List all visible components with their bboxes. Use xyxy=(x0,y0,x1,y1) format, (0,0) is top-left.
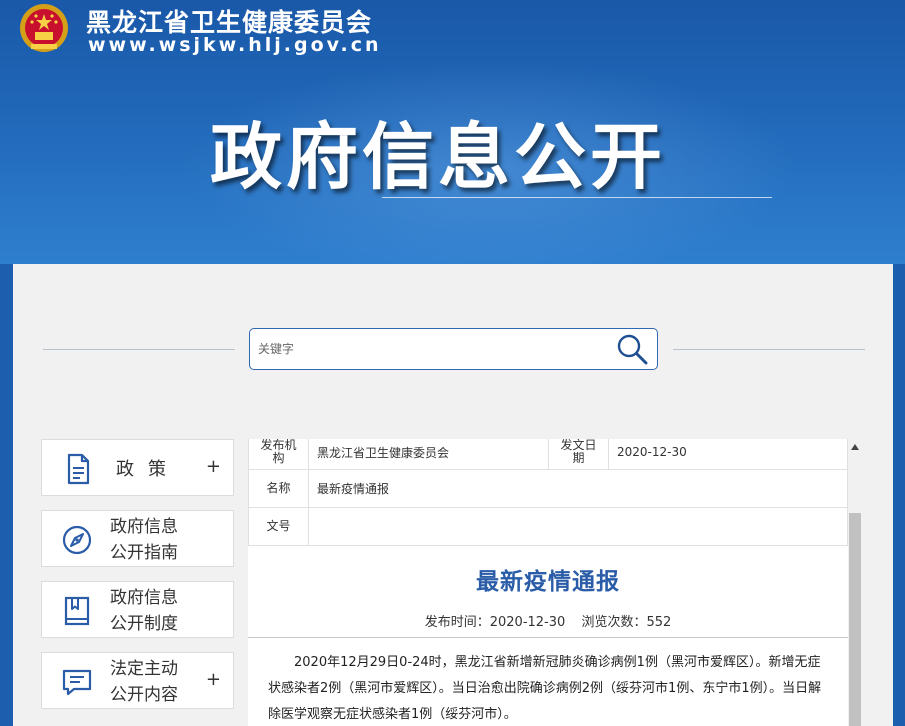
document-body: 2020年12月29日0-24时，黑龙江省新增新冠肺炎确诊病例1例（黑河市爱辉区… xyxy=(268,655,822,722)
expand-plus-icon[interactable]: + xyxy=(206,669,221,690)
document-title: 最新疫情通报 xyxy=(476,569,620,595)
document-meta-line: 发布时间：2020-12-30 浏览次数：552 xyxy=(248,611,848,630)
number-value xyxy=(308,507,848,546)
site-header: 黑龙江省卫生健康委员会 www.wsjkw.hlj.gov.cn 政府信息公开 xyxy=(0,0,905,264)
date-value: 2020-12-30 xyxy=(608,439,848,470)
nav-item-policy[interactable]: 政策 + xyxy=(41,439,234,496)
document-meta-table: 发布机构 黑龙江省卫生健康委员会 发文日期 2020-12-30 名称 最新疫情… xyxy=(248,439,848,546)
compass-icon xyxy=(62,525,92,555)
table-row: 发布机构 黑龙江省卫生健康委员会 发文日期 2020-12-30 xyxy=(248,439,848,470)
nav-item-label-line2: 公开内容 xyxy=(110,685,178,705)
nav-item-label: 政府信息 公开指南 xyxy=(110,514,200,566)
nav-item-label-line1: 政府信息 xyxy=(110,588,178,608)
org-url[interactable]: www.wsjkw.hlj.gov.cn xyxy=(88,34,382,56)
name-value: 最新疫情通报 xyxy=(308,469,848,508)
table-row: 文号 xyxy=(248,507,848,546)
nav-item-disclosure-system[interactable]: 政府信息 公开制度 xyxy=(41,581,234,638)
publisher-key: 发布机构 xyxy=(248,439,309,470)
search-divider-left xyxy=(43,349,235,350)
title-divider xyxy=(248,637,848,638)
view-count: 浏览次数：552 xyxy=(581,615,672,630)
search-input[interactable] xyxy=(258,329,608,369)
document-viewer[interactable]: 发布机构 黑龙江省卫生健康委员会 发文日期 2020-12-30 名称 最新疫情… xyxy=(248,439,848,726)
vertical-scrollbar[interactable] xyxy=(848,439,862,726)
search-divider-right xyxy=(673,349,865,350)
scroll-up-arrow-icon[interactable] xyxy=(851,444,859,450)
nav-item-label: 法定主动 公开内容 xyxy=(110,656,200,708)
publisher-value: 黑龙江省卫生健康委员会 xyxy=(308,439,549,470)
banner-title: 政府信息公开 xyxy=(210,115,667,199)
scrollbar-thumb[interactable] xyxy=(849,513,861,726)
expand-plus-icon[interactable]: + xyxy=(206,456,221,477)
main-panel: 政策 + 政府信息 公开指南 政府信息 公开制度 法定 xyxy=(13,264,893,726)
nav-item-statutory-content[interactable]: 法定主动 公开内容 + xyxy=(41,652,234,709)
nav-item-label-line2: 公开制度 xyxy=(110,614,178,634)
chat-icon xyxy=(62,669,92,696)
search-box xyxy=(249,328,658,370)
document-icon xyxy=(67,453,90,485)
nav-item-label-line1: 政府信息 xyxy=(110,517,178,537)
search-icon[interactable] xyxy=(615,333,649,365)
nav-item-label: 政府信息 公开制度 xyxy=(110,585,200,637)
nav-item-disclosure-guide[interactable]: 政府信息 公开指南 xyxy=(41,510,234,567)
nav-item-label-line1: 法定主动 xyxy=(110,659,178,679)
nav-item-label: 政策 xyxy=(116,459,180,480)
banner-divider xyxy=(382,197,772,198)
nav-item-label-line2: 公开指南 xyxy=(110,543,178,563)
publish-date: 发布时间：2020-12-30 xyxy=(424,615,566,630)
number-key: 文号 xyxy=(248,507,309,546)
name-key: 名称 xyxy=(248,469,309,508)
date-key: 发文日期 xyxy=(548,439,609,470)
book-icon xyxy=(64,596,90,626)
national-emblem-icon[interactable] xyxy=(16,2,72,54)
table-row: 名称 最新疫情通报 xyxy=(248,469,848,508)
